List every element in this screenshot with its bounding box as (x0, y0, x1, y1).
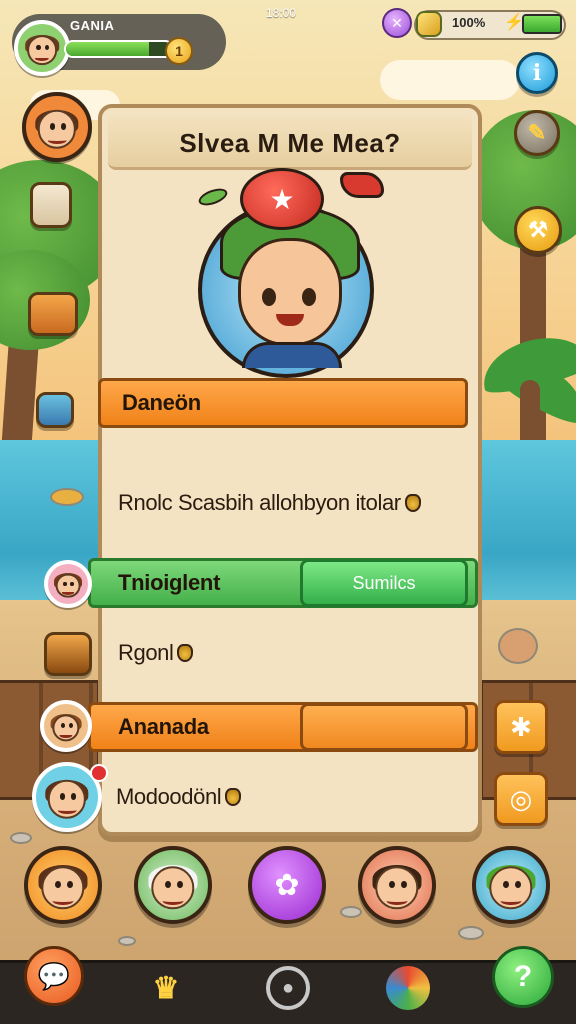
money-bag-icon (177, 644, 194, 662)
edit-pencil-button[interactable]: ✎ (514, 110, 560, 156)
friend-avatar-button[interactable] (22, 92, 92, 162)
portrait-scarf (340, 172, 384, 198)
basket-icon[interactable] (44, 632, 92, 676)
coconut (498, 628, 538, 664)
section-label-1: Daneön (122, 390, 201, 415)
dialog-text-1: Rnolc Scasbih allohbyon itolar (118, 490, 421, 516)
pebble (340, 906, 362, 918)
portrait-eye (262, 288, 276, 306)
dialog-header: Slvea M Me Mea? (108, 114, 472, 170)
boat (50, 488, 84, 506)
level-coin-icon[interactable]: 1 (165, 37, 193, 65)
character-avatar-small[interactable] (40, 700, 92, 752)
tools-button[interactable]: ⚒ (514, 206, 562, 254)
map-scroll-icon[interactable] (30, 182, 72, 228)
team-slot-4[interactable] (358, 846, 436, 924)
charging-bolt-icon: ⚡ (504, 14, 524, 31)
gold-bag-icon[interactable] (416, 11, 442, 37)
character-avatar-small[interactable] (44, 560, 92, 608)
dialog-text-2: Rgonl (118, 640, 194, 666)
notification-badge (90, 764, 108, 782)
xp-progress-bar (64, 40, 174, 58)
info-button[interactable]: i (516, 52, 558, 94)
money-bag-icon (404, 494, 421, 512)
potion-jars-icon[interactable] (36, 392, 74, 428)
portrait-eye (302, 288, 316, 306)
character-portrait: ★ (196, 166, 384, 378)
portrait-face (238, 238, 342, 346)
chat-bubble-button[interactable]: 💬 (24, 946, 84, 1006)
battery-percentage: 100% (452, 15, 486, 30)
battery-level-fill (524, 16, 560, 32)
pebble (118, 936, 136, 946)
team-slot-1[interactable] (24, 846, 102, 924)
team-slot-2[interactable] (134, 846, 212, 924)
portrait-body (242, 342, 342, 368)
pebble (10, 832, 32, 844)
magic-orb-slot[interactable]: ✿ (248, 846, 326, 924)
refresh-button[interactable]: ◎ (494, 772, 548, 826)
player-name: GANIA (70, 18, 115, 33)
gem-icon[interactable]: ✕ (382, 8, 412, 38)
player-avatar[interactable] (14, 20, 70, 76)
dialog-text-3: Modoodönl (116, 784, 242, 810)
home-circle-button[interactable]: ● (266, 966, 310, 1010)
status-clock: 18:00 (266, 6, 297, 20)
team-slot-5[interactable] (472, 846, 550, 924)
shop-stall-icon[interactable] (28, 292, 78, 336)
cloud (380, 60, 520, 100)
section-label-2: Tnioiglent (118, 570, 221, 595)
star-cap-icon: ★ (240, 168, 324, 230)
pebble (458, 926, 484, 940)
money-bag-icon (225, 788, 242, 806)
leaf-icon (196, 185, 230, 209)
quest-button[interactable]: ? (492, 946, 554, 1008)
summon-button[interactable]: Sumilcs (300, 559, 468, 607)
favorite-star-button[interactable]: ✱ (494, 700, 548, 754)
section-label-3: Ananada (118, 714, 209, 739)
palette-icon[interactable] (386, 966, 430, 1010)
orange-action-button[interactable] (300, 703, 468, 751)
battery-icon (522, 14, 562, 34)
dialog-title: Slvea M Me Mea? (179, 128, 401, 158)
xp-progress-fill (66, 42, 149, 56)
crown-icon[interactable]: ♛ (146, 968, 186, 1008)
